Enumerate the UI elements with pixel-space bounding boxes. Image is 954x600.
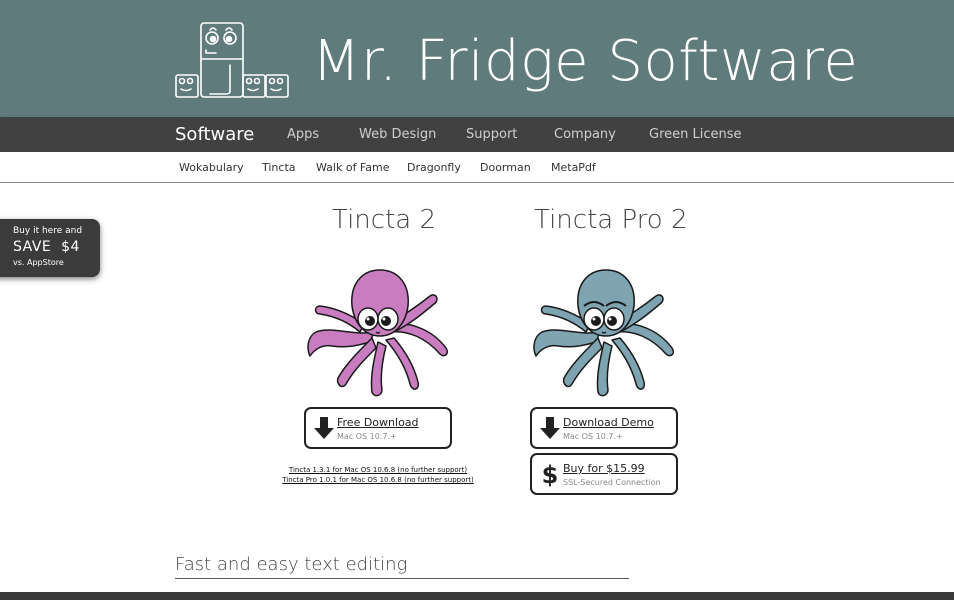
subnav-item-doorman[interactable]: Doorman (480, 152, 531, 183)
fridge-logo-icon[interactable] (172, 20, 292, 100)
free-download-sublabel: Mac OS 10.7.+ (337, 432, 397, 441)
subnav-item-wokabulary[interactable]: Wokabulary (179, 152, 244, 183)
legacy-downloads: Tincta 1.3.1 for Mac OS 10.6.8 (no furth… (270, 465, 486, 485)
site-header: Mr. Fridge Software (0, 0, 954, 117)
free-download-label: Free Download (337, 416, 419, 429)
promo-line-3: vs. AppStore (13, 258, 64, 267)
nav-item-apps[interactable]: Apps (287, 117, 319, 152)
nav-item-company[interactable]: Company (554, 117, 616, 152)
save-promo-tab[interactable]: Buy it here and SAVE $4 vs. AppStore (0, 219, 100, 277)
subnav-item-tincta[interactable]: Tincta (262, 152, 296, 183)
section-heading: Fast and easy text editing (175, 554, 629, 579)
nav-item-support[interactable]: Support (466, 117, 517, 152)
svg-text:$: $ (542, 461, 559, 487)
nav-item-web-design[interactable]: Web Design (359, 117, 436, 152)
buy-button[interactable]: $ Buy for $15.99 SSL-Secured Connection (530, 453, 678, 495)
download-demo-sublabel: Mac OS 10.7.+ (563, 432, 623, 441)
bottom-bar (0, 592, 954, 600)
free-download-button[interactable]: Free Download Mac OS 10.7.+ (304, 407, 452, 449)
subnav-item-dragonfly[interactable]: Dragonfly (407, 152, 461, 183)
subnav-item-metapdf[interactable]: MetaPdf (551, 152, 596, 183)
download-arrow-icon (540, 417, 560, 439)
legacy-link-tincta[interactable]: Tincta 1.3.1 for Mac OS 10.6.8 (no furth… (270, 465, 486, 475)
product-title-tincta-pro: Tincta Pro 2 (534, 205, 688, 235)
sub-navigation: Wokabulary Tincta Walk of Fame Dragonfly… (0, 152, 954, 183)
legacy-link-tincta-pro[interactable]: Tincta Pro 1.0.1 for Mac OS 10.6.8 (no f… (270, 475, 486, 485)
buy-sublabel: SSL-Secured Connection (563, 478, 661, 487)
nav-item-green-license[interactable]: Green License (649, 117, 742, 152)
octopus-pink-icon (307, 269, 449, 397)
product-title-tincta: Tincta 2 (332, 205, 437, 235)
promo-line-1: Buy it here and (13, 226, 83, 236)
site-title[interactable]: Mr. Fridge Software (312, 34, 858, 90)
dollar-icon: $ (542, 461, 559, 487)
subnav-item-walk-of-fame[interactable]: Walk of Fame (316, 152, 389, 183)
main-navigation: Software Apps Web Design Support Company… (0, 117, 954, 152)
download-arrow-icon (314, 417, 334, 439)
octopus-blue-icon (533, 269, 675, 397)
download-demo-button[interactable]: Download Demo Mac OS 10.7.+ (530, 407, 678, 449)
buy-label: Buy for $15.99 (563, 462, 645, 475)
promo-line-2: SAVE $4 (13, 239, 80, 255)
download-demo-label: Download Demo (563, 416, 654, 429)
nav-item-software[interactable]: Software (175, 117, 254, 152)
